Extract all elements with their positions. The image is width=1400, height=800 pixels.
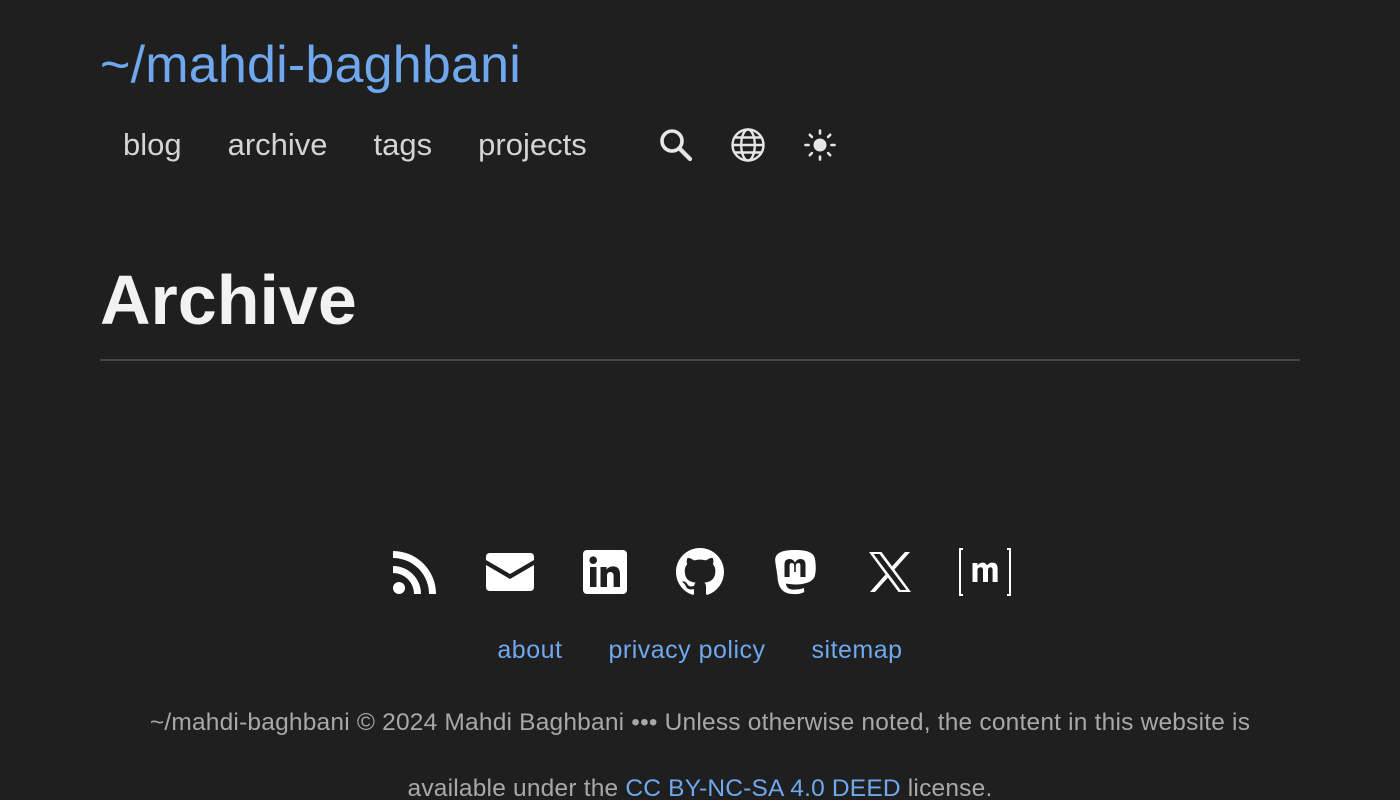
social-links (367, 540, 1033, 604)
page: ~/mahdi-baghbani blog archive tags proje… (0, 0, 1400, 800)
nav-item-archive[interactable]: archive (205, 122, 351, 168)
title-divider (100, 359, 1300, 361)
linkedin-icon[interactable] (557, 540, 652, 604)
email-icon[interactable] (462, 540, 557, 604)
mastodon-icon[interactable] (748, 540, 843, 604)
footer-link-about[interactable]: about (474, 630, 585, 670)
matrix-icon[interactable] (938, 540, 1033, 604)
nav-icon-group (640, 122, 856, 168)
footer-link-privacy-policy[interactable]: privacy policy (585, 630, 788, 670)
main-nav: blog archive tags projects (100, 122, 856, 168)
globe-icon[interactable] (712, 122, 784, 168)
nav-item-tags[interactable]: tags (351, 122, 456, 168)
page-title: Archive (100, 261, 357, 339)
sun-icon[interactable] (784, 122, 856, 168)
x-icon[interactable] (843, 540, 938, 604)
site-title-link[interactable]: ~/mahdi-baghbani (100, 30, 521, 100)
search-icon[interactable] (640, 122, 712, 168)
copyright-suffix: license. (900, 775, 993, 800)
rss-icon[interactable] (367, 540, 462, 604)
footer-link-sitemap[interactable]: sitemap (789, 630, 926, 670)
nav-item-blog[interactable]: blog (100, 122, 205, 168)
github-icon[interactable] (652, 540, 747, 604)
license-link[interactable]: CC BY-NC-SA 4.0 DEED (625, 775, 900, 800)
copyright-notice: ~/mahdi-baghbani © 2024 Mahdi Baghbani •… (100, 690, 1300, 800)
footer-links: about privacy policy sitemap (0, 630, 1400, 670)
nav-item-projects[interactable]: projects (455, 122, 610, 168)
